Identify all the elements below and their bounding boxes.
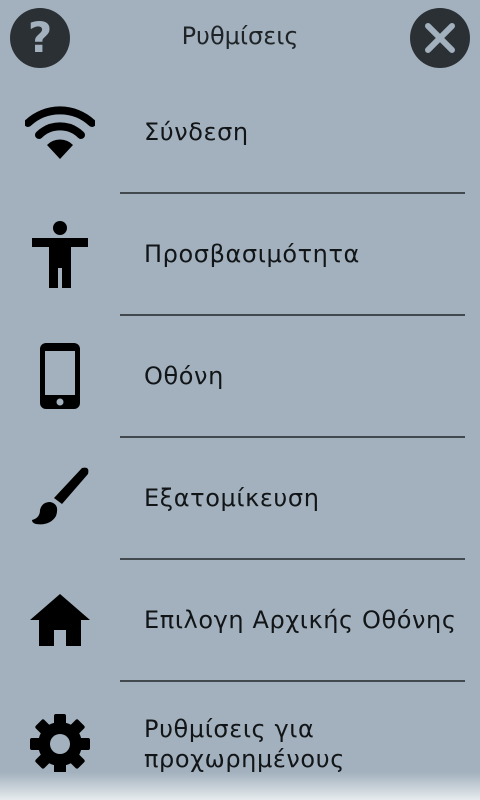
home-icon [22, 582, 98, 658]
settings-item-label: Ρυθμίσεις για προχωρημένους [144, 714, 345, 774]
settings-item-label: Οθόνη [144, 362, 224, 390]
settings-item-connection[interactable]: Σύνδεση [0, 72, 480, 194]
help-button[interactable]: ? [10, 8, 70, 68]
close-icon [425, 23, 455, 53]
header-bar: ? Ρυθμίσεις [0, 0, 480, 76]
page-title: Ρυθμίσεις [181, 22, 299, 50]
settings-item-label-line1: Ρυθμίσεις για [144, 715, 315, 743]
accessibility-icon [22, 216, 98, 292]
settings-item-label-line2: προχωρημένους [144, 745, 345, 773]
settings-item-accessibility[interactable]: Προσβασιμότητα [0, 194, 480, 316]
help-icon: ? [27, 13, 53, 62]
gear-icon [22, 706, 98, 782]
paintbrush-icon [22, 458, 98, 534]
settings-item-label: Εξατομίκευση [144, 484, 320, 512]
wifi-icon [22, 95, 98, 171]
settings-item-home-screen[interactable]: Επιλογη Αρχικής Οθόνης [0, 560, 480, 682]
settings-item-label: Επιλογη Αρχικής Οθόνης [144, 606, 457, 634]
settings-screen: ? Ρυθμίσεις Σύνδεση Προσβασιμότητα Οθόνη… [0, 0, 480, 800]
close-button[interactable] [410, 8, 470, 68]
phone-display-icon [22, 338, 98, 414]
settings-item-personalization[interactable]: Εξατομίκευση [0, 438, 480, 560]
bottom-fade [0, 772, 480, 800]
settings-item-label: Προσβασιμότητα [144, 240, 360, 268]
settings-item-label: Σύνδεση [144, 118, 249, 146]
settings-item-display[interactable]: Οθόνη [0, 316, 480, 438]
